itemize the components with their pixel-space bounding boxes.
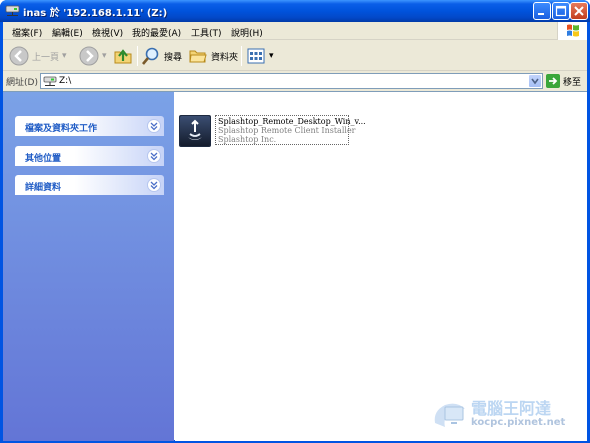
toolbar-separator xyxy=(137,46,138,66)
collapse-chevron[interactable] xyxy=(147,119,161,133)
up-button[interactable] xyxy=(113,45,133,67)
folders-button[interactable]: 資料夾 xyxy=(188,45,238,67)
search-label: 搜尋 xyxy=(164,52,183,63)
file-details: Splashtop_Remote_Desktop_Win_v... Splash… xyxy=(215,115,366,145)
collapse-chevron[interactable] xyxy=(147,149,161,163)
file-company: Splashtop Inc. xyxy=(218,135,277,144)
explorer-window: inas 於 '192.168.1.11' (Z:) 檔案(F) 編輯(E) 檢… xyxy=(0,0,590,443)
watermark-url: kocpc.pixnet.net xyxy=(471,417,566,428)
menu-bar: 檔案(F) 編輯(E) 檢視(V) 我的最愛(A) 工具(T) 說明(H) xyxy=(3,22,587,40)
group-details[interactable]: 詳細資料 xyxy=(15,175,164,195)
address-label: 網址(D) xyxy=(6,78,38,88)
minimize-button[interactable] xyxy=(533,2,551,20)
splashtop-app-icon xyxy=(179,115,211,147)
address-bar: 網址(D) Z:\ 移至 xyxy=(3,72,587,90)
watermark-brand: 電腦王阿達 xyxy=(471,399,552,418)
menu-tools[interactable]: 工具(T) xyxy=(191,26,222,39)
back-arrow-icon xyxy=(9,46,29,66)
watermark: 電腦王阿達 kocpc.pixnet.net xyxy=(431,395,581,435)
views-button[interactable]: ▾ xyxy=(246,45,274,67)
network-drive-icon xyxy=(43,76,57,86)
maximize-icon xyxy=(555,5,567,17)
up-folder-icon xyxy=(114,49,132,64)
chevron-down-icon xyxy=(531,78,539,85)
content-area: 檔案及資料夾工作 其他位置 詳細資料 Splashtop_Remote_Desk… xyxy=(3,91,587,441)
window-title: inas 於 '192.168.1.11' (Z:) xyxy=(23,8,168,19)
file-description: Splashtop Remote Client Installer xyxy=(218,126,356,135)
task-pane: 檔案及資料夾工作 其他位置 詳細資料 xyxy=(3,92,174,441)
folders-label: 資料夾 xyxy=(211,52,239,63)
window-frame: 檔案(F) 編輯(E) 檢視(V) 我的最愛(A) 工具(T) 說明(H) 上一… xyxy=(3,22,587,441)
windows-logo xyxy=(557,22,587,40)
address-value: Z:\ xyxy=(59,76,72,86)
file-item[interactable]: Splashtop_Remote_Desktop_Win_v... Splash… xyxy=(179,115,366,147)
address-dropdown-button[interactable] xyxy=(528,74,542,88)
forward-dropdown-icon[interactable]: ▾ xyxy=(102,51,107,61)
back-dropdown-icon[interactable]: ▾ xyxy=(62,51,67,61)
group-label: 其他位置 xyxy=(25,154,62,164)
views-icon xyxy=(247,48,265,64)
menu-file[interactable]: 檔案(F) xyxy=(12,26,42,39)
collapse-chevron[interactable] xyxy=(147,178,161,192)
menu-help[interactable]: 說明(H) xyxy=(231,26,263,39)
search-button[interactable]: 搜尋 xyxy=(141,45,182,67)
group-label: 詳細資料 xyxy=(25,183,62,193)
go-arrow-icon xyxy=(546,74,560,88)
standard-toolbar: 上一頁 ▾ ▾ 搜尋 資料夾 ▾ xyxy=(3,41,587,71)
forward-arrow-icon xyxy=(79,46,99,66)
address-input[interactable]: Z:\ xyxy=(40,73,543,89)
watermark-logo xyxy=(434,403,465,427)
go-label: 移至 xyxy=(563,77,582,88)
group-file-folder-tasks[interactable]: 檔案及資料夾工作 xyxy=(15,116,164,136)
double-chevron-down-icon xyxy=(150,122,158,131)
back-label: 上一頁 xyxy=(32,52,60,63)
maximize-button[interactable] xyxy=(552,2,570,20)
views-dropdown-icon[interactable]: ▾ xyxy=(269,51,274,61)
back-button[interactable]: 上一頁 ▾ xyxy=(9,45,67,67)
search-icon xyxy=(142,47,159,65)
forward-button[interactable]: ▾ xyxy=(79,45,107,67)
windows-flag-icon xyxy=(567,24,579,37)
close-icon xyxy=(574,6,584,16)
close-button[interactable] xyxy=(570,2,588,20)
menu-view[interactable]: 檢視(V) xyxy=(92,26,123,39)
title-bar[interactable]: inas 於 '192.168.1.11' (Z:) xyxy=(0,0,590,22)
file-list: Splashtop_Remote_Desktop_Win_v... Splash… xyxy=(175,92,587,441)
go-button[interactable]: 移至 xyxy=(546,73,581,89)
minimize-icon xyxy=(538,13,544,15)
folders-icon xyxy=(189,50,207,63)
menu-favorites[interactable]: 我的最愛(A) xyxy=(132,26,181,39)
file-name: Splashtop_Remote_Desktop_Win_v... xyxy=(218,117,366,126)
toolbar-separator xyxy=(241,46,242,66)
network-drive-icon xyxy=(5,5,20,16)
menu-edit[interactable]: 編輯(E) xyxy=(52,26,83,39)
group-other-places[interactable]: 其他位置 xyxy=(15,146,164,166)
double-chevron-down-icon xyxy=(150,181,158,190)
group-label: 檔案及資料夾工作 xyxy=(25,124,98,134)
double-chevron-down-icon xyxy=(150,152,158,161)
